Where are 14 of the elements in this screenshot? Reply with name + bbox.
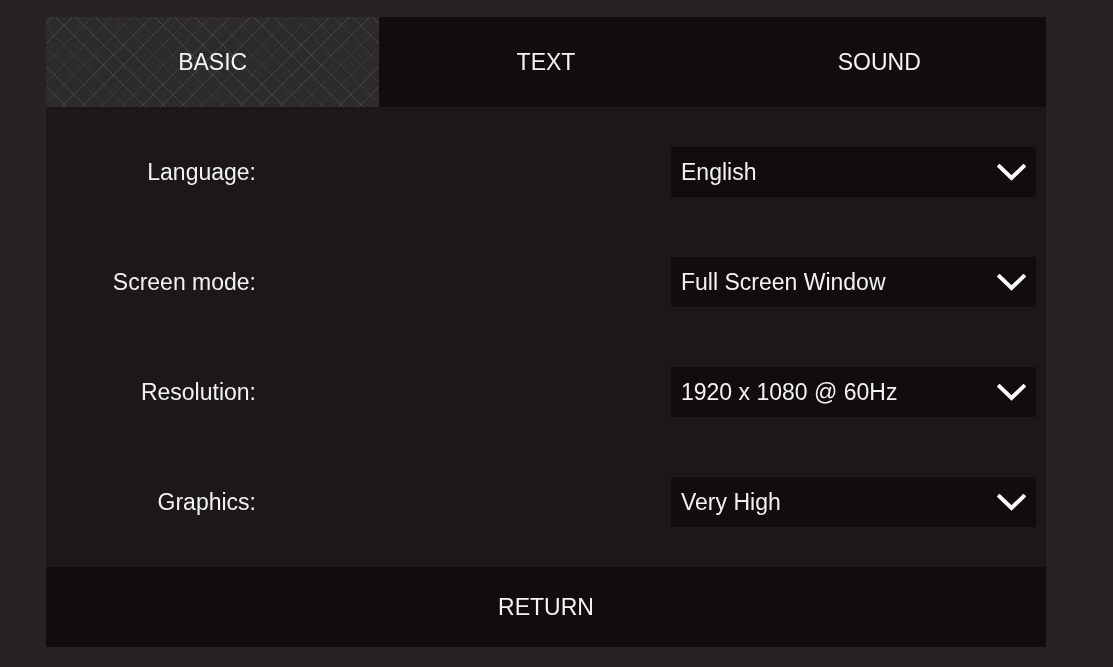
setting-label: Resolution: [140,378,256,406]
setting-label: Screen mode: [112,268,256,296]
chevron-down-icon [997,493,1026,511]
setting-label: Language: [147,158,256,186]
dropdown[interactable]: Very High [671,477,1036,527]
setting-label: Graphics: [157,488,256,516]
chevron-down-icon [997,163,1026,181]
dropdown[interactable]: English [671,147,1036,197]
dropdown[interactable]: 1920 x 1080 @ 60Hz [671,367,1036,417]
chevron-down-icon [997,383,1026,401]
tab[interactable]: BASIC [46,17,380,107]
return-button[interactable]: RETURN [46,567,1046,647]
chevron-down-icon [997,273,1026,291]
dropdown[interactable]: Full Screen Window [671,257,1036,307]
